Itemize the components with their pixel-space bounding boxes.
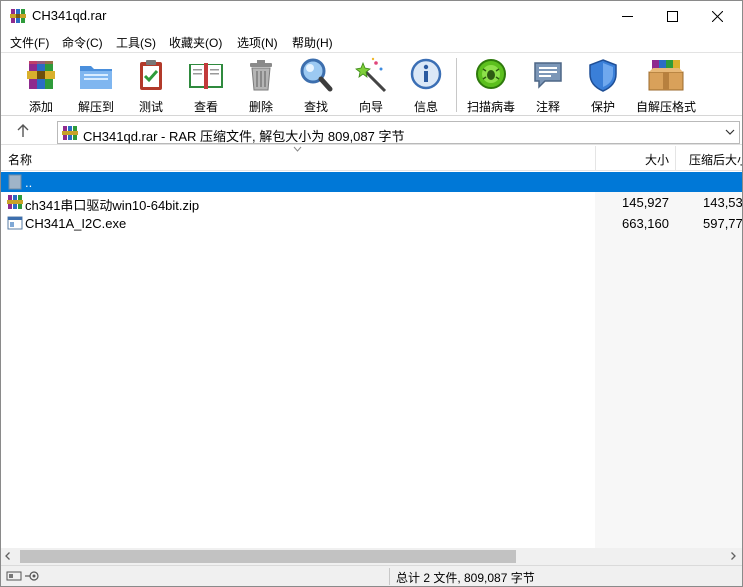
status-separator [389,568,390,585]
sfx-button[interactable]: 自解压格式 [636,57,696,114]
info-icon [410,58,442,90]
parent-folder-icon [8,174,22,190]
list-item-exe[interactable]: CH341A_I2C.exe 663,160 597,77 [1,213,742,233]
path-combobox[interactable]: CH341qd.rar - RAR 压缩文件, 解包大小为 809,087 字节 [57,121,740,144]
add-archive-icon [27,61,55,89]
trash-can-icon [250,60,272,91]
extract-folder-icon [80,66,112,89]
protect-button[interactable]: 保护 [575,57,631,114]
horizontal-scrollbar[interactable] [1,548,742,565]
maximize-icon [666,10,678,22]
view-book-icon [189,63,223,89]
protect-label: 保护 [590,100,615,114]
status-bar: 总计 2 文件, 809,087 字节 [1,565,742,586]
menu-options[interactable]: 选项(N) [237,34,278,51]
path-text: CH341qd.rar - RAR 压缩文件, 解包大小为 809,087 字节 [83,129,405,144]
column-header-packed[interactable]: 压缩后大小 [675,146,742,170]
file-packed-size: 597,77 [703,216,742,231]
find-button[interactable]: 查找 [288,57,344,114]
column-packed-label: 压缩后大小 [689,153,742,167]
menu-commands[interactable]: 命令(C) [62,34,103,51]
add-button[interactable]: 添加 [13,57,69,114]
scroll-left-icon[interactable] [3,551,13,561]
menu-favorites[interactable]: 收藏夹(O) [169,34,222,51]
menu-help[interactable]: 帮助(H) [292,34,333,51]
zip-archive-icon [7,195,23,209]
view-button[interactable]: 查看 [178,57,234,114]
minimize-button[interactable] [604,1,650,31]
close-icon [711,10,723,22]
column-size-label: 大小 [644,153,669,167]
scroll-right-icon[interactable] [728,551,738,561]
up-one-level-button[interactable] [12,122,34,140]
list-header: 名称 大小 压缩后大小 [1,146,742,171]
drive-key-icon[interactable] [6,570,44,582]
minimize-icon [621,15,633,17]
column-header-name[interactable]: 名称 [8,151,32,168]
menu-file[interactable]: 文件(F) [10,34,49,51]
file-size: 663,160 [622,216,669,231]
menu-bar: 文件(F) 命令(C) 工具(S) 收藏夹(O) 选项(N) 帮助(H) [1,32,742,51]
exe-file-icon [7,216,23,230]
winrar-window: CH341qd.rar 文件(F) 命令(C) 工具(S) 收藏夹(O) 选项(… [0,0,743,587]
maximize-button[interactable] [649,1,695,31]
archive-icon [62,126,78,140]
close-button[interactable] [694,1,740,31]
sfx-label: 自解压格式 [635,100,696,114]
file-size: 145,927 [622,195,669,210]
address-bar: CH341qd.rar - RAR 压缩文件, 解包大小为 809,087 字节 [1,118,742,145]
test-clipboard-icon [140,60,162,90]
scrollbar-thumb[interactable] [20,550,516,563]
list-item-parent[interactable]: .. [1,172,742,192]
status-summary: 总计 2 文件, 809,087 字节 [396,571,535,585]
window-title: CH341qd.rar [32,8,107,23]
file-packed-size: 143,53 [703,195,742,210]
comment-icon [534,62,562,89]
toolbar: 添加 解压到 测试 查看 删除 查找 向导 信息 扫描病毒 注释 保护 自解压格… [1,52,742,116]
file-name: ch341串口驱动win10-64bit.zip [25,198,200,213]
info-label: 信息 [413,100,438,114]
sort-indicator-icon [293,146,302,152]
list-item-zip[interactable]: ch341串口驱动win10-64bit.zip 145,927 143,53 [1,192,742,213]
column-header-size[interactable]: 大小 [595,146,675,170]
test-button[interactable]: 测试 [123,57,179,114]
extract-to-button[interactable]: 解压到 [68,57,124,114]
title-bar[interactable]: CH341qd.rar [1,1,742,31]
file-name: .. [25,175,33,190]
virus-scan-icon [476,59,506,89]
file-list[interactable]: .. ch341串口驱动win10-64bit.zip 145,927 143,… [1,172,742,548]
winrar-app-icon [10,9,26,23]
wizard-button[interactable]: 向导 [343,57,399,114]
magic-wand-icon [355,57,387,93]
virus-scan-button[interactable]: 扫描病毒 [463,57,519,114]
magnifier-icon [300,58,333,92]
menu-tools[interactable]: 工具(S) [116,34,156,51]
shield-icon [589,59,617,92]
delete-button[interactable]: 删除 [233,57,289,114]
file-name: CH341A_I2C.exe [25,216,127,231]
arrow-up-icon [17,124,29,137]
comment-button[interactable]: 注释 [520,57,576,114]
info-button[interactable]: 信息 [398,57,454,114]
sfx-box-icon [648,60,684,91]
chevron-down-icon[interactable] [725,127,735,137]
